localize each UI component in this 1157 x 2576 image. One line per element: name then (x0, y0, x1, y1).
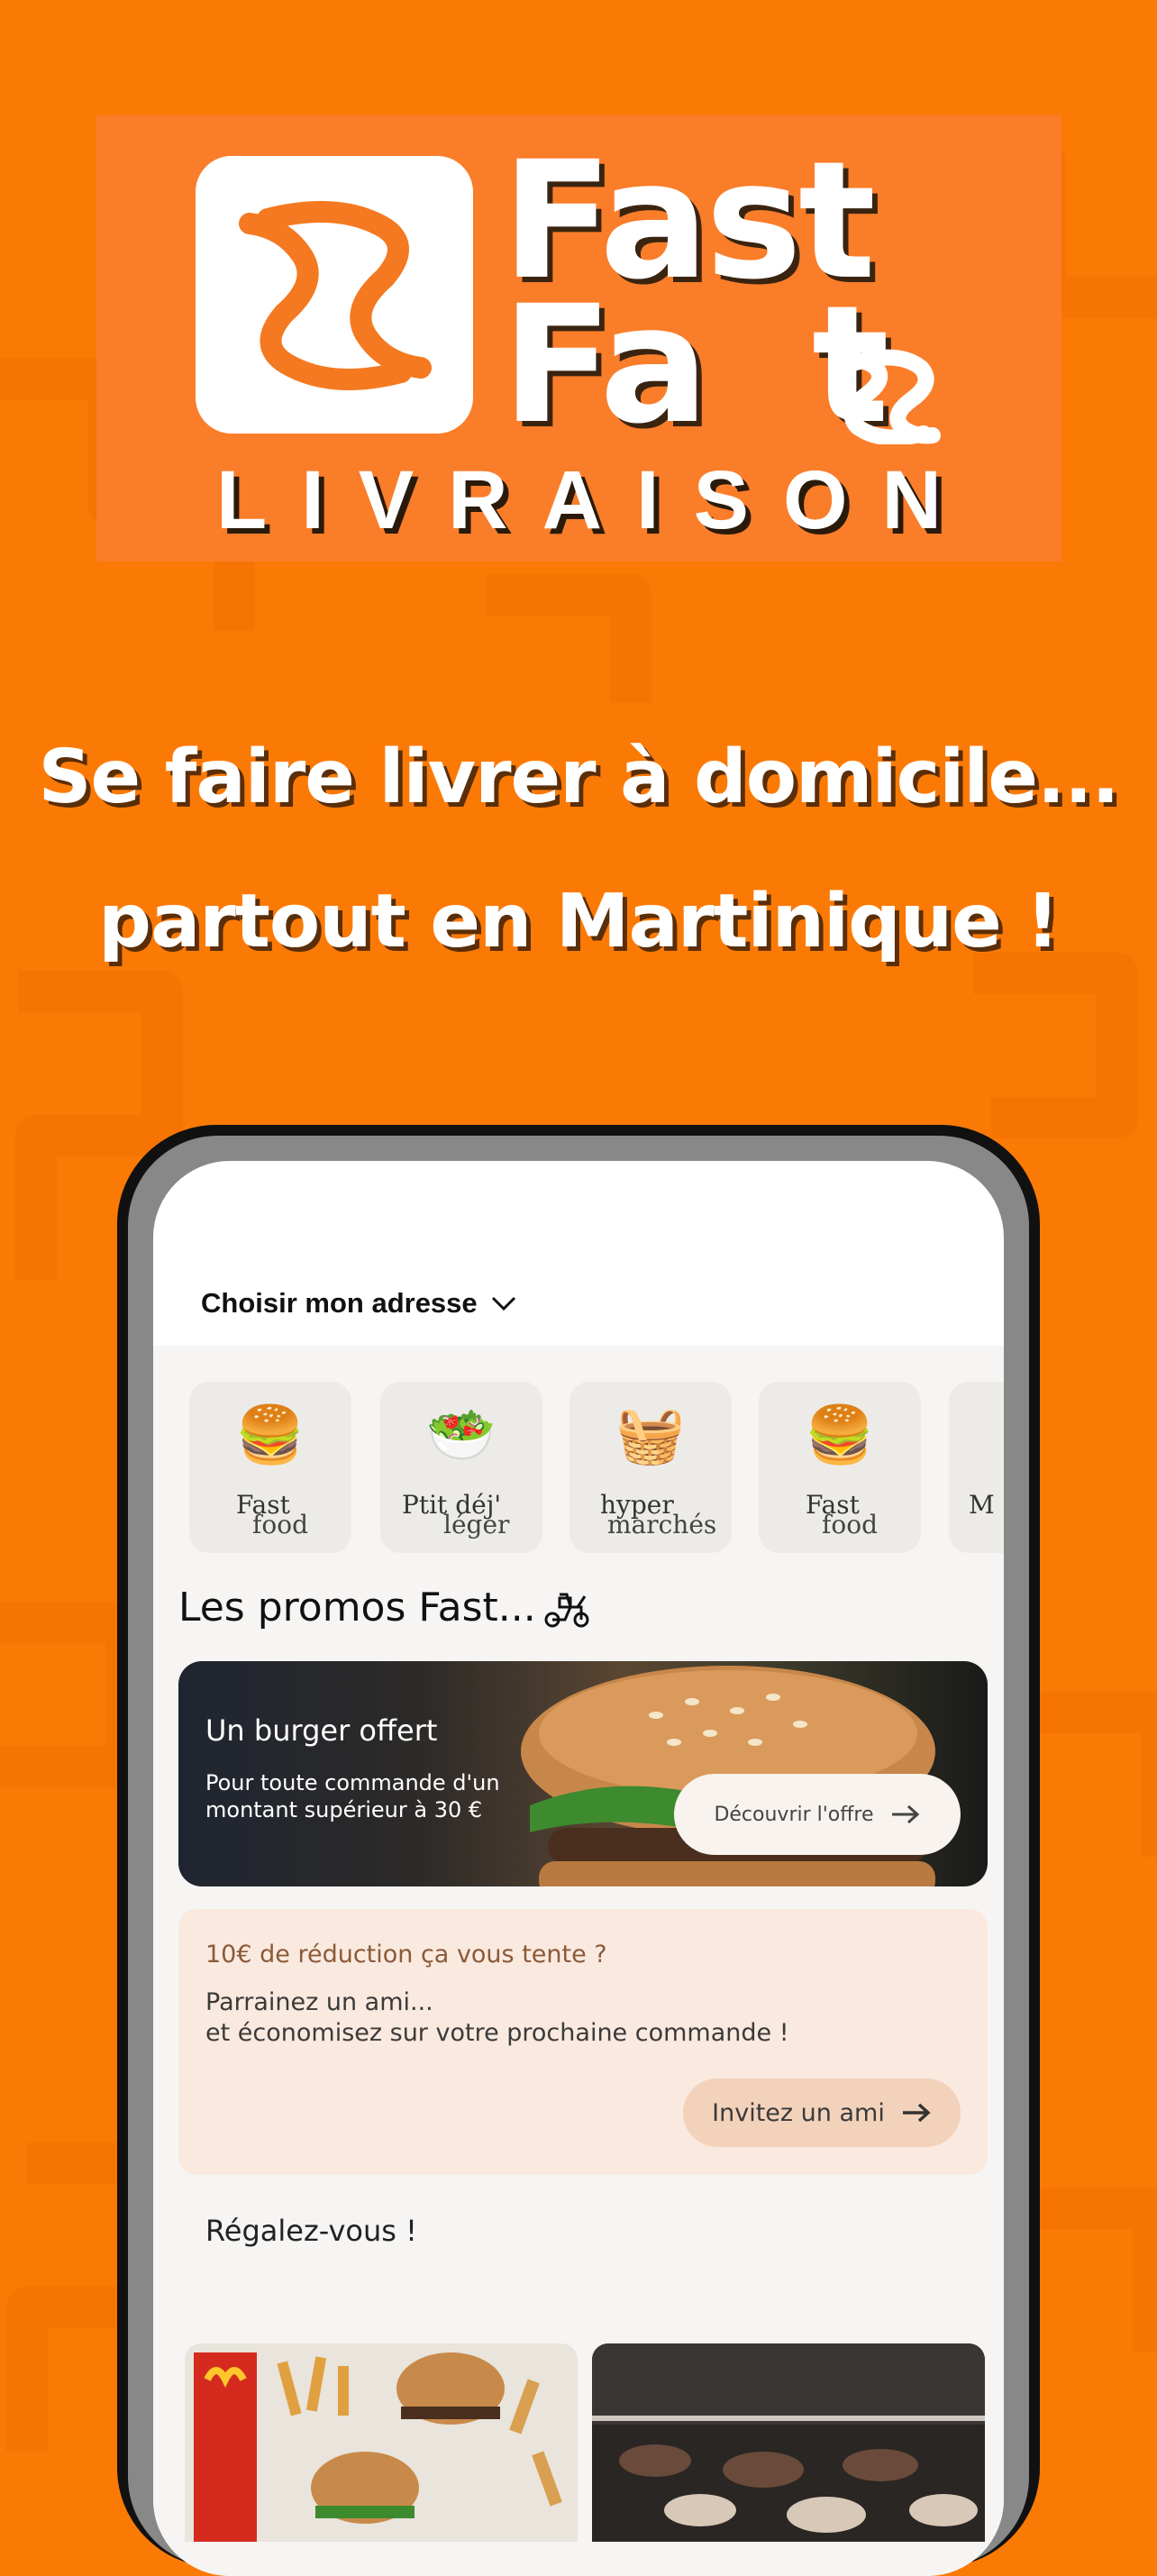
promo-title: Un burger offert (205, 1713, 438, 1748)
restaurant-tile[interactable] (592, 2343, 985, 2542)
category-item[interactable]: 🥗 Ptit déj' léger (380, 1382, 542, 1553)
referral-line2: et économisez sur votre prochaine comman… (205, 2019, 789, 2047)
tagline-line2: partout en Martinique ! (98, 879, 1059, 964)
category-item[interactable]: M (949, 1382, 1004, 1553)
promos-heading: Les promos Fast... (178, 1585, 592, 1631)
restaurant-tile[interactable] (185, 2343, 578, 2542)
arrow-right-icon (902, 2103, 931, 2123)
phone-mockup: Choisir mon adresse 🍔 Fast food 🥗 Ptit d… (117, 1125, 1040, 2576)
category-item[interactable]: 🧺 hyper marchés (569, 1382, 732, 1553)
pastry-display-photo (592, 2343, 985, 2533)
category-label: M (969, 1490, 995, 1520)
chevron-down-icon (491, 1296, 515, 1311)
phone-screen: Choisir mon adresse 🍔 Fast food 🥗 Ptit d… (153, 1161, 1004, 2576)
referral-line1: Parrainez un ami... (205, 1988, 433, 2016)
scooter-icon (544, 1593, 589, 1627)
swirl-logo-icon (239, 201, 432, 390)
category-carousel: 🍔 Fast food 🥗 Ptit déj' léger 🧺 hyper ma… (189, 1382, 1004, 1553)
discover-offer-button[interactable]: Découvrir l'offre (674, 1774, 961, 1855)
category-item[interactable]: 🍔 Fast food (759, 1382, 921, 1553)
address-selector[interactable]: Choisir mon adresse (201, 1287, 517, 1320)
category-sublabel: léger (443, 1510, 510, 1539)
category-sublabel: food (252, 1510, 309, 1539)
breakfast-bowl-icon: 🥗 (426, 1402, 497, 1467)
section-title: Régalez-vous ! (205, 2214, 417, 2248)
burger-icon: 🍔 (235, 1402, 305, 1467)
promo-banner[interactable]: Un burger offert Pour toute commande d'u… (178, 1661, 988, 1886)
brand-s-swirl-icon (838, 349, 941, 444)
promo-description: Pour toute commande d'un montant supérie… (205, 1770, 500, 1822)
arrow-right-icon (891, 1804, 919, 1824)
discover-offer-label: Découvrir l'offre (714, 1803, 874, 1826)
invite-friend-label: Invitez un ami (712, 2098, 885, 2127)
fastfood-photo (194, 2352, 562, 2542)
referral-card: 10€ de réduction ça vous tente ? Parrain… (178, 1909, 988, 2175)
tagline-line1: Se faire livrer à domicile... (38, 735, 1120, 820)
promos-title-text: Les promos Fast... (178, 1585, 536, 1631)
brand-subtitle: LIVRAISON (216, 454, 976, 546)
shopping-basket-icon: 🧺 (615, 1402, 686, 1467)
invite-friend-button[interactable]: Invitez un ami (683, 2078, 961, 2147)
burger-icon: 🍔 (805, 1402, 875, 1467)
category-sublabel: marchés (607, 1510, 717, 1539)
logo-mark (196, 156, 473, 434)
category-item[interactable]: 🍔 Fast food (189, 1382, 351, 1553)
referral-title: 10€ de réduction ça vous tente ? (205, 1941, 607, 1969)
brand-logo: Fast Fa t LIVRAISON (96, 115, 1061, 562)
brand-name-line2: Fa t (502, 271, 889, 460)
category-sublabel: food (822, 1510, 879, 1539)
address-label: Choisir mon adresse (201, 1287, 478, 1319)
